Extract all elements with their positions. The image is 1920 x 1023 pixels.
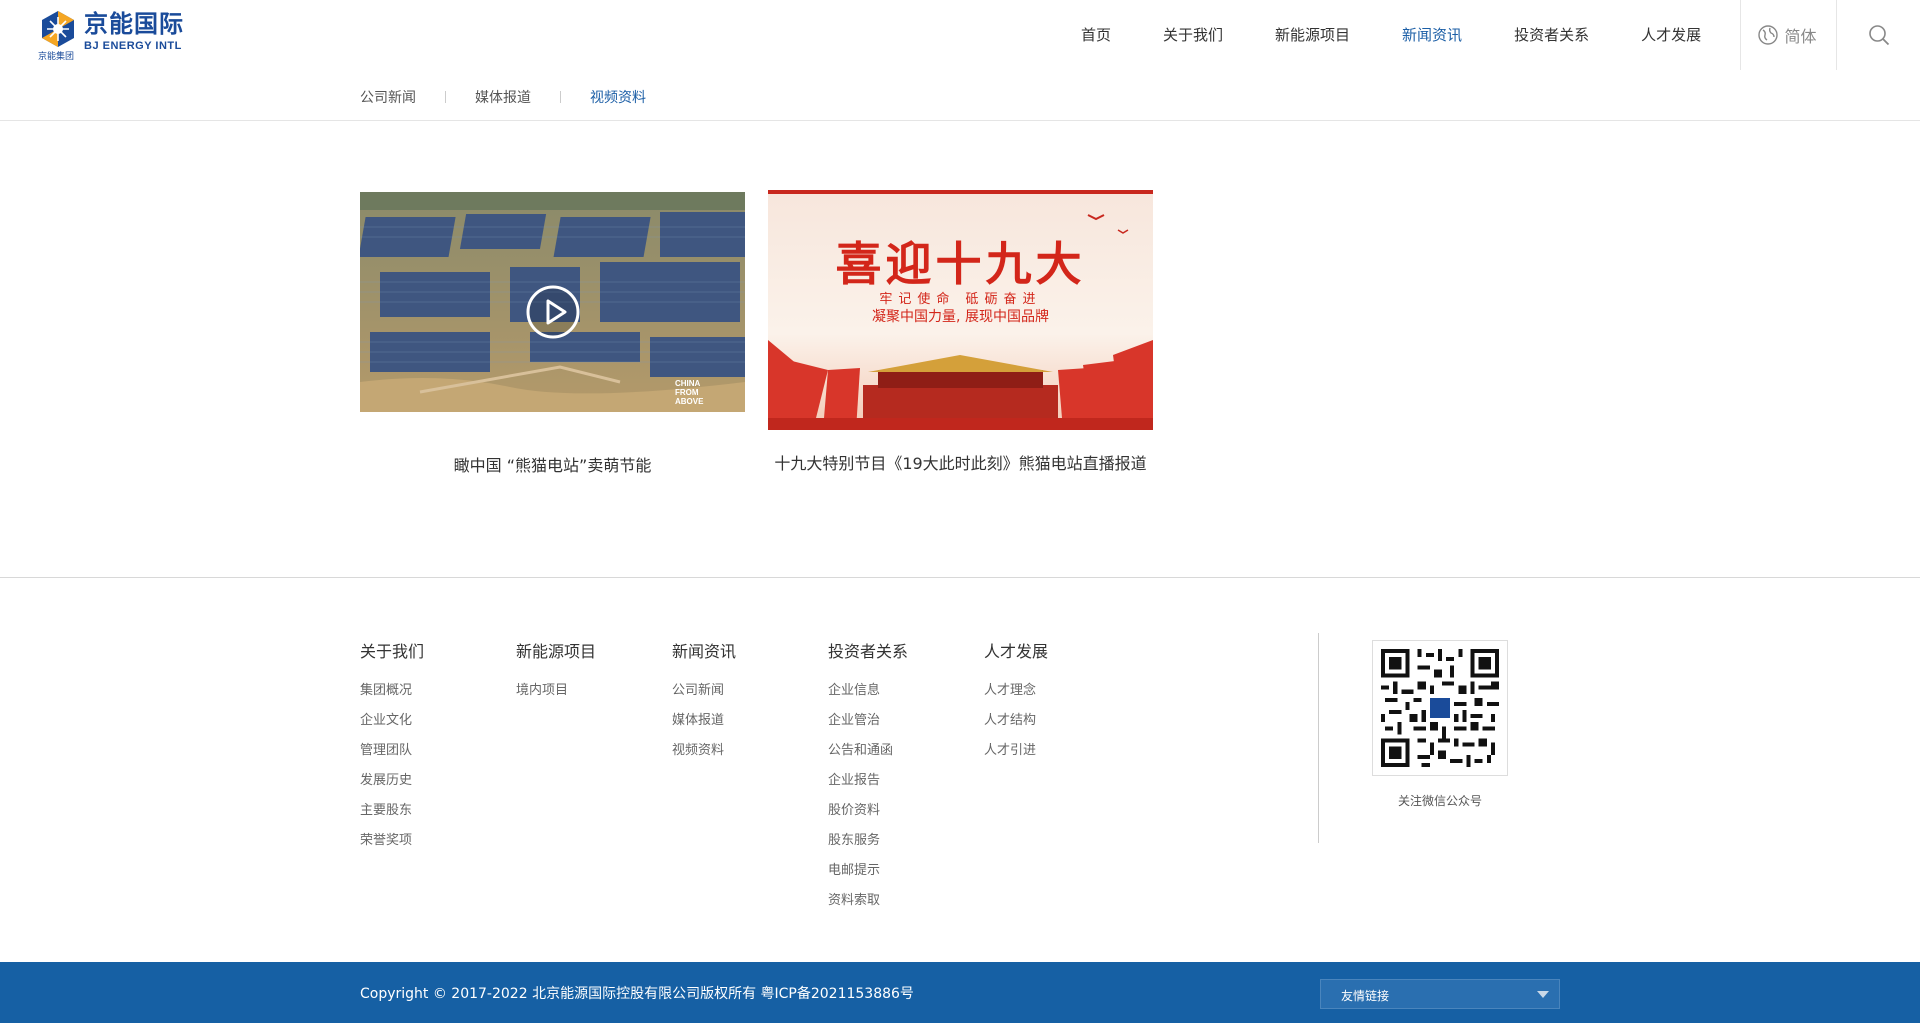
copyright-text: Copyright © 2017-2022 北京能源国际控股有限公司版权所有 粤…: [360, 986, 914, 1002]
footer-link[interactable]: 境内项目: [516, 676, 672, 706]
video-thumbnail[interactable]: 喜迎十九大 牢记使命 砥砺奋进 凝聚中国力量, 展现中国品牌: [768, 190, 1153, 430]
video-list: CHINA FROM ABOVE 瞰中国 “熊猫电站”卖萌节能 喜迎十九大 牢记…: [360, 190, 1176, 476]
site-logo[interactable]: 京能集团 京能国际 BJ ENERGY INTL: [38, 9, 188, 62]
globe-icon: [1758, 25, 1779, 45]
nav-investors[interactable]: 投资者关系: [1488, 0, 1615, 70]
chevron-down-icon: [1537, 991, 1549, 998]
footer-link[interactable]: 资料索取: [828, 886, 984, 916]
nav-news[interactable]: 新闻资讯: [1376, 0, 1488, 70]
footer-link[interactable]: 荣誉奖项: [360, 826, 516, 856]
footer-link[interactable]: 管理团队: [360, 736, 516, 766]
footer-link[interactable]: 人才理念: [984, 676, 1140, 706]
video-title[interactable]: 十九大特别节目《19大此时此刻》熊猫电站直播报道: [768, 450, 1153, 474]
footer-divider: [0, 577, 1920, 578]
footer-link[interactable]: 发展历史: [360, 766, 516, 796]
footer-link[interactable]: 企业报告: [828, 766, 984, 796]
wechat-qr-code: [1372, 640, 1508, 776]
video-thumb-headline: 喜迎十九大: [835, 237, 1086, 291]
video-card[interactable]: CHINA FROM ABOVE 瞰中国 “熊猫电站”卖萌节能: [360, 190, 745, 476]
footer-column-news: 新闻资讯 公司新闻 媒体报道 视频资料: [672, 638, 828, 916]
sub-nav: 公司新闻 媒体报道 视频资料: [0, 70, 1920, 121]
footer-link[interactable]: 主要股东: [360, 796, 516, 826]
footer-link[interactable]: 电邮提示: [828, 856, 984, 886]
subnav-divider: [445, 91, 446, 103]
subnav-divider: [560, 91, 561, 103]
nav-talent[interactable]: 人才发展: [1615, 0, 1727, 70]
qr-caption: 关注微信公众号: [1397, 794, 1482, 808]
nav-about[interactable]: 关于我们: [1137, 0, 1249, 70]
nav-home[interactable]: 首页: [1055, 0, 1137, 70]
footer-column-title[interactable]: 投资者关系: [828, 638, 984, 662]
site-header: 京能集团 京能国际 BJ ENERGY INTL 首页 关于我们 新能源项目 新…: [0, 0, 1920, 70]
qr-code-icon: [1381, 649, 1499, 767]
video-card[interactable]: 喜迎十九大 牢记使命 砥砺奋进 凝聚中国力量, 展现中国品牌 十九大特别节目《1…: [768, 190, 1153, 476]
logo-group-name: 京能集团: [38, 52, 75, 62]
video-title[interactable]: 瞰中国 “熊猫电站”卖萌节能: [360, 452, 745, 476]
video-watermark: CHINA FROM ABOVE: [675, 379, 704, 406]
footer-column-title[interactable]: 关于我们: [360, 638, 516, 662]
footer-link[interactable]: 股价资料: [828, 796, 984, 826]
search-button[interactable]: [1837, 0, 1920, 70]
logo-mark-icon: 京能集团: [38, 9, 78, 62]
play-icon[interactable]: [525, 284, 581, 340]
footer-link[interactable]: 企业文化: [360, 706, 516, 736]
subnav-video[interactable]: 视频资料: [590, 87, 646, 107]
footer-link[interactable]: 媒体报道: [672, 706, 828, 736]
video-thumbnail[interactable]: CHINA FROM ABOVE: [360, 192, 745, 412]
friend-links-select[interactable]: 友情链接: [1320, 979, 1560, 1009]
footer-column-talent: 人才发展 人才理念 人才结构 人才引进: [984, 638, 1140, 916]
footer-column-title[interactable]: 人才发展: [984, 638, 1140, 662]
footer-link[interactable]: 集团概况: [360, 676, 516, 706]
footer-column-investors: 投资者关系 企业信息 企业管治 公告和通函 企业报告 股价资料 股东服务 电邮提…: [828, 638, 984, 916]
nav-projects[interactable]: 新能源项目: [1249, 0, 1376, 70]
footer-link[interactable]: 企业信息: [828, 676, 984, 706]
footer-column-about: 关于我们 集团概况 企业文化 管理团队 发展历史 主要股东 荣誉奖项: [360, 638, 516, 916]
footer-link[interactable]: 公司新闻: [672, 676, 828, 706]
subnav-company-news[interactable]: 公司新闻: [360, 87, 416, 107]
footer-link[interactable]: 人才引进: [984, 736, 1140, 766]
footer-link[interactable]: 人才结构: [984, 706, 1140, 736]
footer-column-projects: 新能源项目 境内项目: [516, 638, 672, 916]
subnav-media-reports[interactable]: 媒体报道: [475, 87, 531, 107]
footer-column-title[interactable]: 新闻资讯: [672, 638, 828, 662]
footer-sitemap: 关于我们 集团概况 企业文化 管理团队 发展历史 主要股东 荣誉奖项 新能源项目…: [360, 638, 1140, 916]
footer-column-title[interactable]: 新能源项目: [516, 638, 672, 662]
footer-bar: Copyright © 2017-2022 北京能源国际控股有限公司版权所有 粤…: [0, 962, 1920, 1023]
video-thumb-line1: 牢记使命 砥砺奋进: [879, 292, 1042, 307]
language-switch[interactable]: 简体: [1740, 0, 1835, 70]
main-nav: 首页 关于我们 新能源项目 新闻资讯 投资者关系 人才发展: [1055, 0, 1727, 70]
logo-name-cn: 京能国际: [84, 10, 184, 38]
footer-link[interactable]: 股东服务: [828, 826, 984, 856]
friend-links-label: 友情链接: [1341, 989, 1390, 1003]
video-thumb-line2: 凝聚中国力量, 展现中国品牌: [872, 309, 1049, 325]
footer-link[interactable]: 公告和通函: [828, 736, 984, 766]
footer-link[interactable]: 企业管治: [828, 706, 984, 736]
language-label: 简体: [1784, 27, 1817, 46]
logo-name-en: BJ ENERGY INTL: [84, 40, 182, 52]
footer-vertical-divider: [1318, 633, 1319, 843]
footer-link[interactable]: 视频资料: [672, 736, 828, 766]
search-icon: [1868, 25, 1889, 46]
